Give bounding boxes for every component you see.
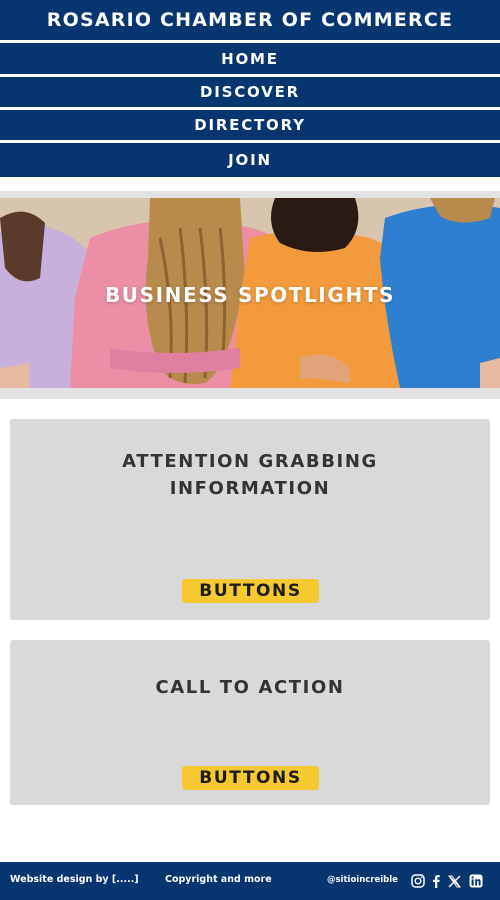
site-footer: Website design by [.....] Copyright and …	[0, 862, 500, 900]
info-card: ATTENTION GRABBING INFORMATION BUTTONS	[10, 419, 490, 620]
footer-copyright: Copyright and more	[165, 874, 272, 885]
cta-card-button-label: BUTTONS	[199, 768, 302, 788]
info-card-button[interactable]: BUTTONS	[182, 579, 319, 603]
nav-join-label: JOIN	[228, 151, 272, 169]
hero-image: BUSINESS SPOTLIGHTS	[0, 198, 500, 388]
hero-section: BUSINESS SPOTLIGHTS	[0, 191, 500, 399]
site-title-bar: ROSARIO CHAMBER OF COMMERCE	[0, 0, 500, 40]
nav-home[interactable]: HOME	[0, 43, 500, 74]
nav-join[interactable]: JOIN	[0, 143, 500, 177]
footer-handle: @sitioincreible	[327, 875, 398, 885]
hero-title: BUSINESS SPOTLIGHTS	[104, 283, 396, 307]
site-header: ROSARIO CHAMBER OF COMMERCE HOME DISCOVE…	[0, 0, 500, 177]
info-card-heading: ATTENTION GRABBING INFORMATION	[10, 448, 490, 502]
site-title: ROSARIO CHAMBER OF COMMERCE	[46, 9, 454, 31]
cta-card: CALL TO ACTION BUTTONS	[10, 640, 490, 805]
cta-card-heading: CALL TO ACTION	[155, 677, 345, 698]
info-card-heading-line1: ATTENTION GRABBING	[122, 451, 378, 472]
nav-discover-label: DISCOVER	[200, 83, 300, 101]
nav-directory-label: DIRECTORY	[194, 116, 306, 134]
instagram-icon[interactable]	[410, 873, 426, 889]
linkedin-icon[interactable]	[468, 873, 484, 889]
nav-directory[interactable]: DIRECTORY	[0, 110, 500, 140]
info-card-button-label: BUTTONS	[199, 581, 302, 601]
footer-credit: Website design by [.....]	[10, 874, 139, 885]
cta-card-button[interactable]: BUTTONS	[182, 766, 319, 790]
facebook-icon[interactable]	[428, 873, 444, 889]
x-icon[interactable]	[446, 873, 462, 889]
nav-discover[interactable]: DISCOVER	[0, 77, 500, 107]
info-card-heading-line2: INFORMATION	[169, 478, 331, 499]
nav-home-label: HOME	[221, 49, 279, 68]
